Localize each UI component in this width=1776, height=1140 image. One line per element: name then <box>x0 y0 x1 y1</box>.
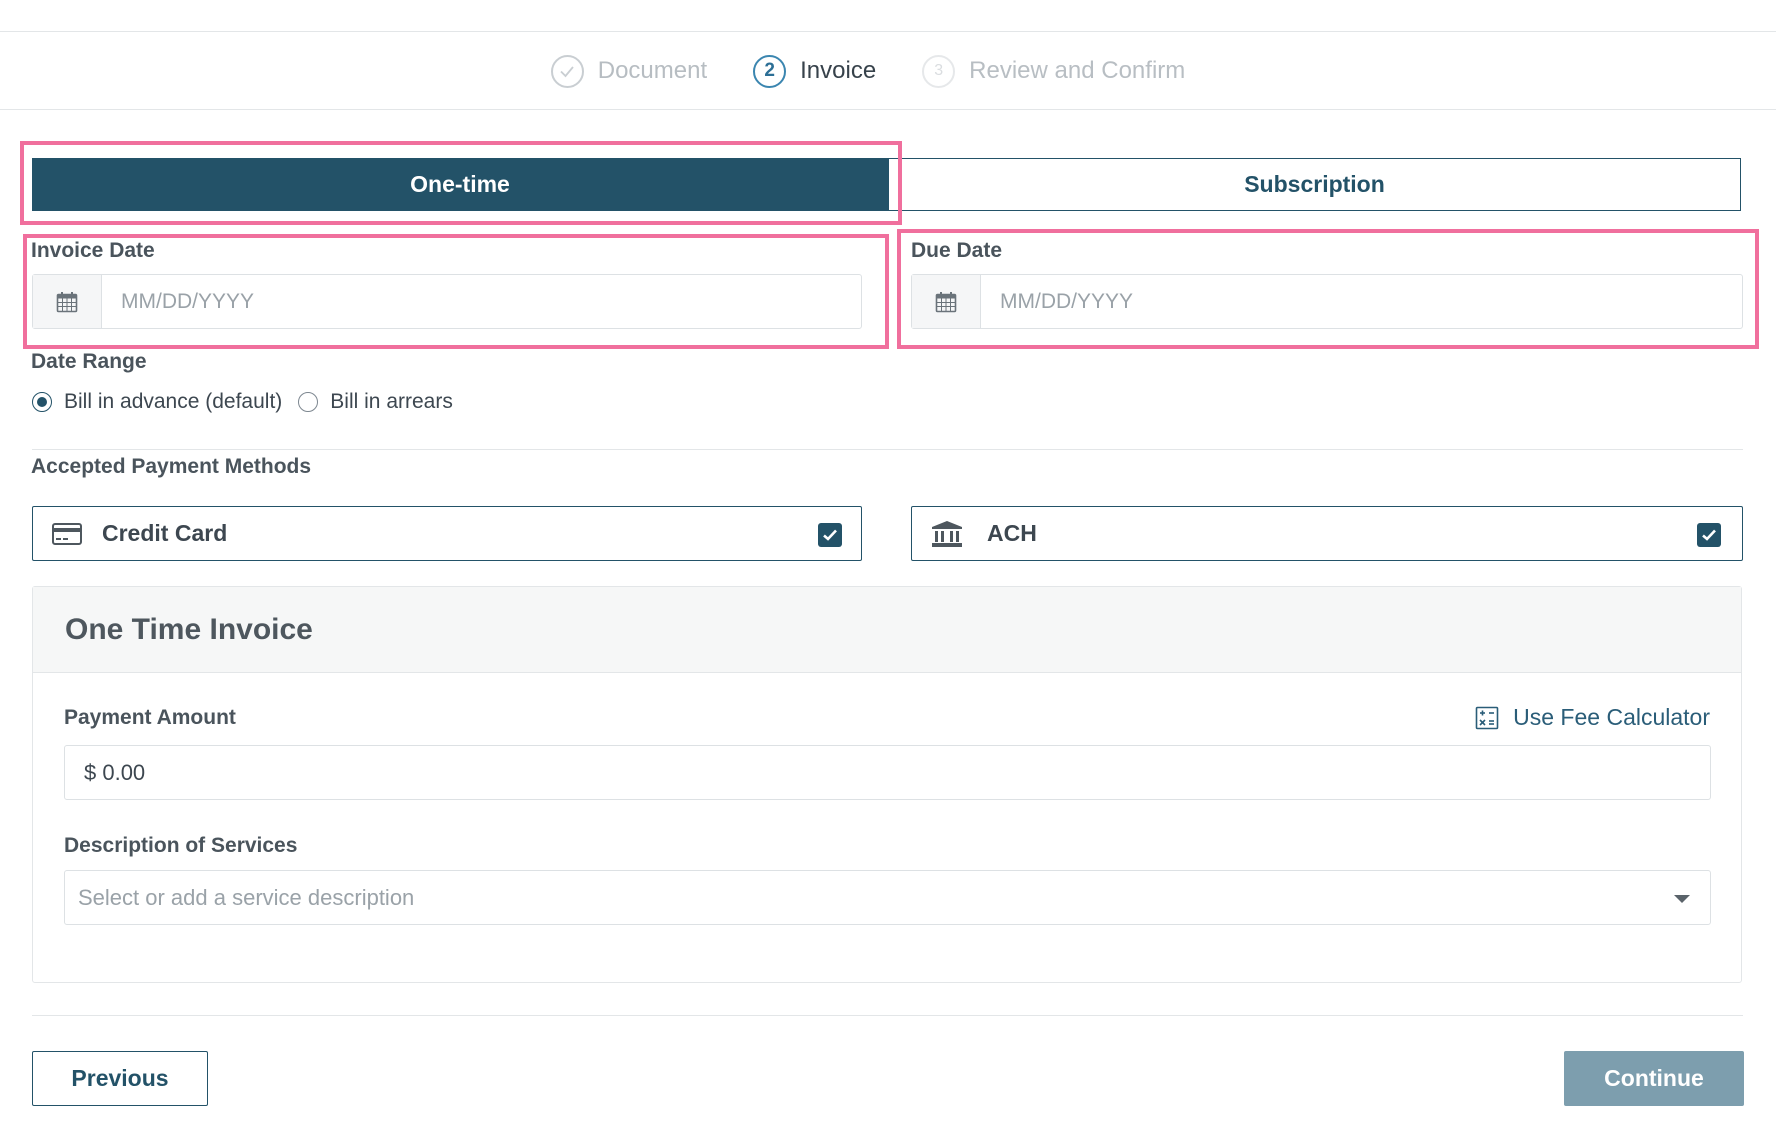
due-date-placeholder: MM/DD/YYYY <box>1000 289 1134 313</box>
footer-divider <box>32 1015 1743 1016</box>
previous-button[interactable]: Previous <box>32 1051 208 1106</box>
stepper-top-divider <box>0 31 1776 32</box>
panel-header: One Time Invoice <box>33 587 1741 673</box>
step-invoice[interactable]: 2 Invoice <box>753 54 877 88</box>
step-number: 3 <box>922 54 956 88</box>
tab-subscription[interactable]: Subscription <box>888 158 1741 211</box>
progress-stepper: Document 2 Invoice 3 Review and Confirm <box>0 52 1776 90</box>
credit-card-checkbox[interactable] <box>818 523 842 547</box>
select-placeholder: Select or add a service description <box>78 884 415 910</box>
panel-title: One Time Invoice <box>65 612 313 646</box>
credit-card-icon <box>52 522 82 545</box>
radio-bill-in-advance[interactable] <box>32 392 52 412</box>
radio-label: Bill in arrears <box>330 390 453 413</box>
step-review-confirm[interactable]: 3 Review and Confirm <box>922 54 1186 88</box>
section-divider <box>32 449 1743 450</box>
ach-checkbox[interactable] <box>1697 523 1721 547</box>
step-check-icon <box>550 54 584 88</box>
payment-amount-label: Payment Amount <box>64 706 236 729</box>
description-label: Description of Services <box>64 834 298 857</box>
step-label: Document <box>597 57 708 84</box>
stepper-bottom-divider <box>0 109 1776 110</box>
invoice-date-label: Invoice Date <box>31 239 155 262</box>
date-range-label: Date Range <box>31 350 147 373</box>
bank-icon <box>931 520 963 548</box>
tab-one-time[interactable]: One-time <box>32 158 888 211</box>
date-range-options: Bill in advance (default) Bill in arrear… <box>32 390 453 414</box>
calendar-icon[interactable] <box>912 275 981 328</box>
service-description-select[interactable]: Select or add a service description <box>64 870 1711 925</box>
payment-method-ach[interactable]: ACH <box>911 506 1743 561</box>
continue-button[interactable]: Continue <box>1564 1051 1744 1106</box>
payment-methods-label: Accepted Payment Methods <box>31 455 312 478</box>
step-label: Review and Confirm <box>969 57 1186 84</box>
calculator-icon <box>1475 706 1499 730</box>
fee-calculator-label: Use Fee Calculator <box>1513 704 1710 730</box>
step-number: 2 <box>753 54 787 88</box>
radio-bill-in-arrears[interactable] <box>298 392 319 412</box>
due-date-label: Due Date <box>911 239 1003 262</box>
caret-down-icon <box>1674 895 1690 903</box>
payment-amount-input[interactable]: $ 0.00 <box>64 745 1711 800</box>
invoice-date-placeholder: MM/DD/YYYY <box>121 289 255 313</box>
due-date-input[interactable]: MM/DD/YYYY <box>911 274 1743 329</box>
calendar-icon[interactable] <box>33 275 102 328</box>
payment-method-label: ACH <box>987 520 1037 546</box>
payment-method-label: Credit Card <box>102 520 228 546</box>
payment-method-credit-card[interactable]: Credit Card <box>32 506 862 561</box>
step-label: Invoice <box>800 57 877 84</box>
invoice-date-input[interactable]: MM/DD/YYYY <box>32 274 862 329</box>
step-document[interactable]: Document <box>550 54 708 88</box>
fee-calculator-link[interactable]: Use Fee Calculator <box>1475 704 1710 731</box>
invoice-page: Document 2 Invoice 3 Review and Confirm … <box>0 0 1776 1140</box>
radio-label: Bill in advance (default) <box>64 390 283 413</box>
